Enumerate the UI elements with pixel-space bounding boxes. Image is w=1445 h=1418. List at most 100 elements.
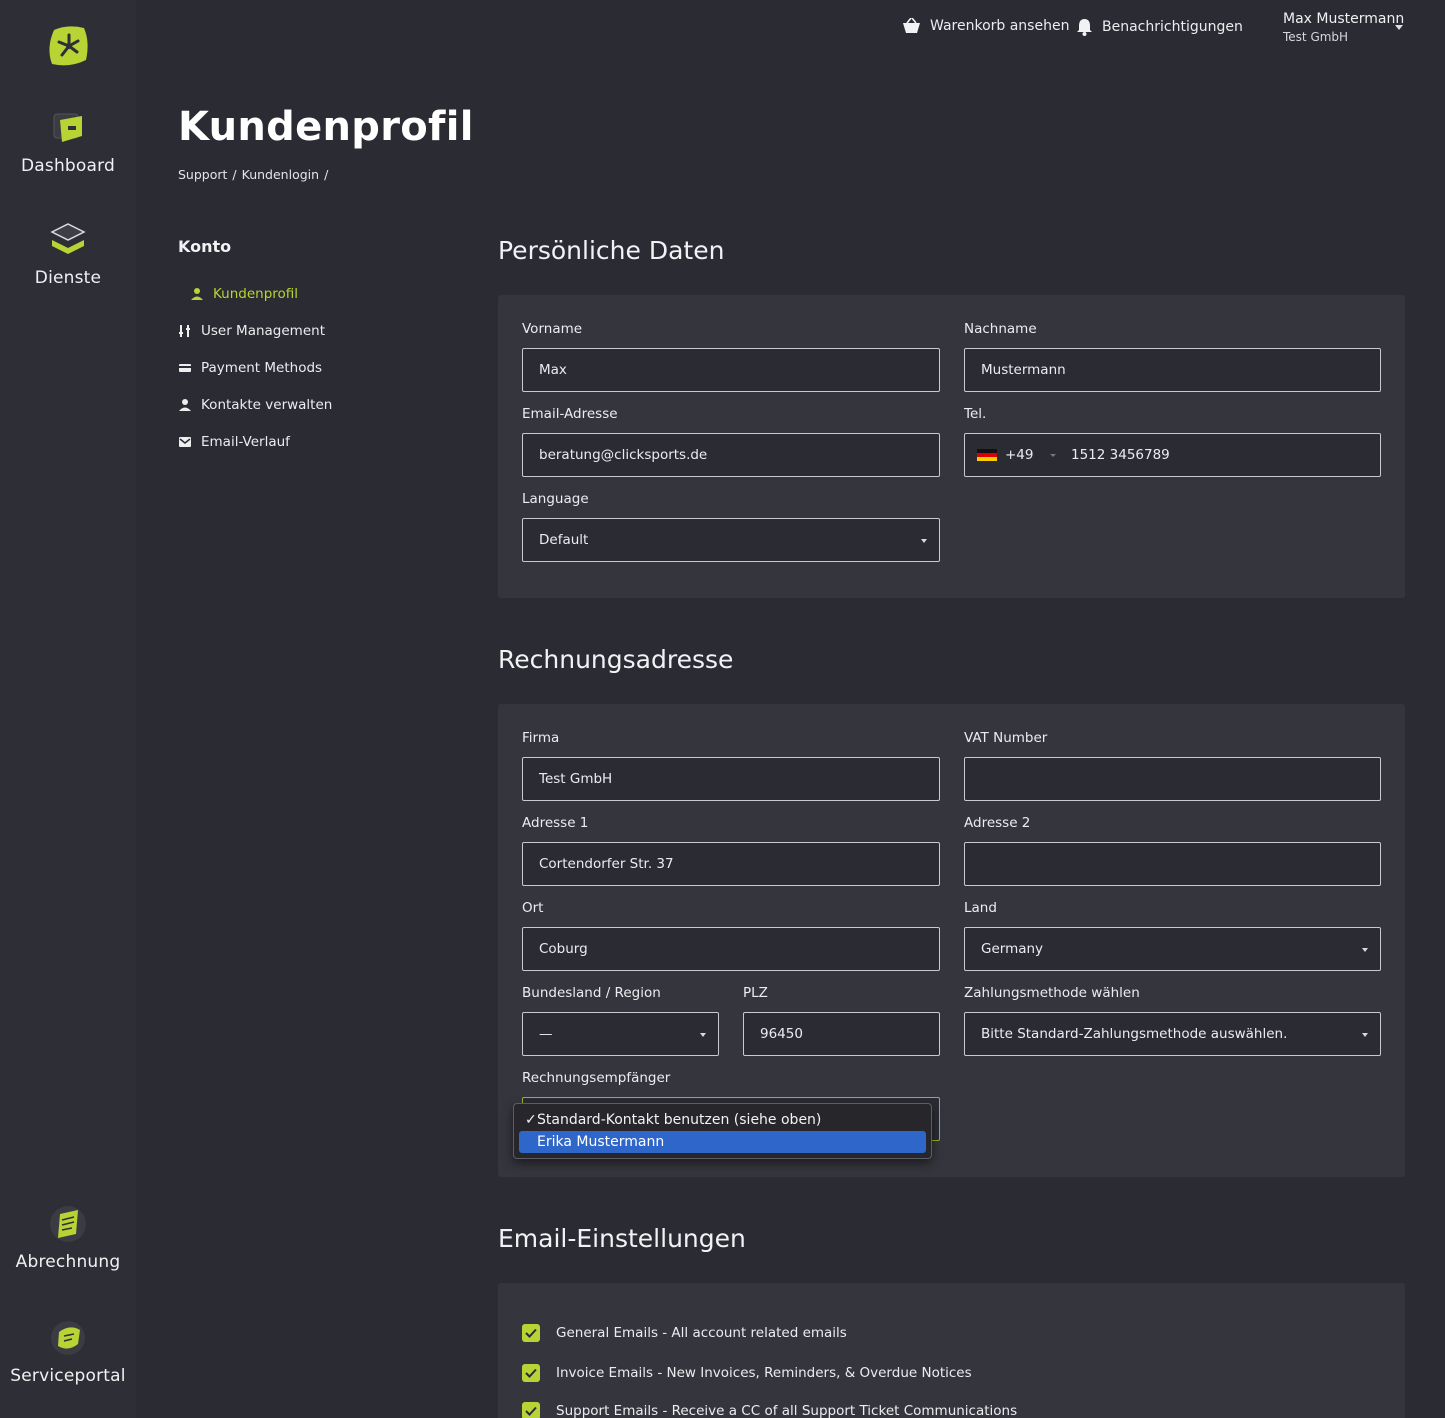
menu-item-kontakte-verwalten[interactable]: Kontakte verwalten	[178, 397, 332, 413]
country-code: +49	[1005, 447, 1034, 463]
basket-icon	[903, 18, 920, 33]
recipient-option-erika[interactable]: Erika Mustermann	[519, 1131, 926, 1153]
breadcrumb-support[interactable]: Support	[178, 167, 227, 182]
phone-label: Tel.	[964, 406, 987, 422]
rail-item-label: Abrechnung	[15, 1252, 121, 1272]
side-menu-heading: Konto	[178, 237, 232, 256]
menu-item-payment-methods[interactable]: Payment Methods	[178, 360, 322, 376]
city-label: Ort	[522, 900, 544, 916]
vat-input[interactable]	[964, 757, 1381, 801]
rail-item-abrechnung[interactable]: Abrechnung	[0, 1204, 136, 1272]
menu-item-label: Email-Verlauf	[201, 434, 290, 450]
checkbox-label: Invoice Emails - New Invoices, Reminders…	[556, 1365, 972, 1381]
chevron-down-icon	[1395, 25, 1403, 30]
checkmark-icon: ✓	[525, 1112, 537, 1128]
left-rail: Dashboard Dienste Abrechnung Serviceport…	[0, 0, 136, 1418]
rail-item-dashboard[interactable]: Dashboard	[0, 108, 136, 176]
user-menu[interactable]: Max Mustermann Test GmbH	[1283, 11, 1404, 44]
notifications-link[interactable]: Benachrichtigungen	[1076, 18, 1243, 36]
contact-icon	[179, 399, 191, 411]
breadcrumb-separator: /	[232, 167, 237, 182]
zip-label: PLZ	[743, 985, 768, 1001]
vat-label: VAT Number	[964, 730, 1048, 746]
envelope-icon	[179, 437, 191, 447]
language-select[interactable]: Default	[522, 518, 940, 562]
address2-label: Adresse 2	[964, 815, 1031, 831]
option-label: Erika Mustermann	[537, 1134, 665, 1150]
chevron-down-icon	[1049, 453, 1056, 457]
user-name: Max Mustermann	[1283, 11, 1405, 27]
menu-item-label: Payment Methods	[201, 360, 323, 376]
city-input[interactable]: Coburg	[522, 927, 940, 971]
zip-input[interactable]: 96450	[743, 1012, 940, 1056]
email-settings-card	[498, 1283, 1405, 1418]
state-select[interactable]: —	[522, 1012, 719, 1056]
breadcrumb-kundenlogin[interactable]: Kundenlogin	[242, 167, 319, 182]
general-emails-checkbox[interactable]: General Emails - All account related ema…	[522, 1324, 847, 1342]
state-label: Bundesland / Region	[522, 985, 661, 1001]
country-select[interactable]: Germany	[964, 927, 1381, 971]
country-code-select[interactable]: +49	[977, 447, 1067, 463]
checkbox-label: Support Emails - Receive a CC of all Sup…	[556, 1403, 1018, 1418]
phone-input[interactable]: +49 1512 3456789	[964, 433, 1381, 477]
section-title-personal: Persönliche Daten	[498, 236, 725, 265]
checkbox-checked-icon	[522, 1324, 540, 1342]
invoice-emails-checkbox[interactable]: Invoice Emails - New Invoices, Reminders…	[522, 1364, 972, 1382]
payment-method-select[interactable]: Bitte Standard-Zahlungsmethode auswählen…	[964, 1012, 1381, 1056]
country-label: Land	[964, 900, 997, 916]
dashboard-icon	[53, 113, 82, 142]
menu-item-kundenprofil[interactable]: Kundenprofil	[190, 286, 298, 302]
sliders-icon	[179, 325, 190, 337]
rail-item-label: Serviceportal	[10, 1366, 126, 1386]
rail-item-label: Dashboard	[20, 156, 116, 176]
rail-item-serviceportal[interactable]: Serviceportal	[0, 1318, 136, 1386]
last-name-input[interactable]: Mustermann	[964, 348, 1381, 392]
notifications-label: Benachrichtigungen	[1102, 19, 1243, 35]
section-title-billing: Rechnungsadresse	[498, 645, 734, 674]
credit-card-icon	[179, 364, 191, 372]
breadcrumb-separator: /	[324, 167, 329, 182]
language-label: Language	[522, 491, 589, 507]
serviceportal-icon	[51, 1321, 85, 1355]
menu-item-label: Kontakte verwalten	[201, 397, 333, 413]
breadcrumb: Support / Kundenlogin /	[178, 167, 328, 182]
checkbox-label: General Emails - All account related ema…	[556, 1325, 847, 1341]
rail-item-label: Dienste	[34, 268, 102, 288]
checkbox-checked-icon	[522, 1364, 540, 1382]
germany-flag-icon	[977, 449, 997, 461]
option-label: Standard-Kontakt benutzen (siehe oben)	[537, 1112, 822, 1128]
user-company: Test GmbH	[1283, 30, 1349, 44]
billing-icon	[50, 1206, 86, 1242]
menu-item-label: Kundenprofil	[213, 286, 299, 302]
bell-icon	[1077, 19, 1092, 36]
menu-item-label: User Management	[201, 323, 325, 339]
recipient-option-default[interactable]: ✓ Standard-Kontakt benutzen (siehe oben)	[519, 1109, 926, 1131]
phone-number: 1512 3456789	[1071, 447, 1170, 463]
services-icon	[50, 223, 86, 254]
address1-input[interactable]: Cortendorfer Str. 37	[522, 842, 940, 886]
recipient-dropdown: ✓ Standard-Kontakt benutzen (siehe oben)…	[513, 1103, 932, 1159]
company-input[interactable]: Test GmbH	[522, 757, 940, 801]
page: Dashboard Dienste Abrechnung Serviceport…	[0, 0, 1445, 1418]
menu-item-user-management[interactable]: User Management	[178, 323, 325, 339]
email-label: Email-Adresse	[522, 406, 618, 422]
last-name-label: Nachname	[964, 321, 1037, 337]
menu-item-email-verlauf[interactable]: Email-Verlauf	[178, 434, 290, 450]
cart-label: Warenkorb ansehen	[930, 18, 1070, 34]
checkbox-checked-icon	[522, 1402, 540, 1418]
cart-link[interactable]: Warenkorb ansehen	[902, 18, 1069, 34]
first-name-label: Vorname	[522, 321, 583, 337]
user-icon	[191, 288, 203, 300]
company-label: Firma	[522, 730, 560, 746]
address2-input[interactable]	[964, 842, 1381, 886]
payment-method-label: Zahlungsmethode wählen	[964, 985, 1140, 1001]
email-input[interactable]: beratung@clicksports.de	[522, 433, 940, 477]
rail-item-dienste[interactable]: Dienste	[0, 220, 136, 288]
section-title-email-settings: Email-Einstellungen	[498, 1224, 746, 1253]
recipient-label: Rechnungsempfänger	[522, 1070, 671, 1086]
support-emails-checkbox[interactable]: Support Emails - Receive a CC of all Sup…	[522, 1402, 1017, 1418]
page-title: Kundenprofil	[178, 104, 474, 150]
first-name-input[interactable]: Max	[522, 348, 940, 392]
address1-label: Adresse 1	[522, 815, 589, 831]
logo-icon[interactable]	[44, 22, 92, 70]
